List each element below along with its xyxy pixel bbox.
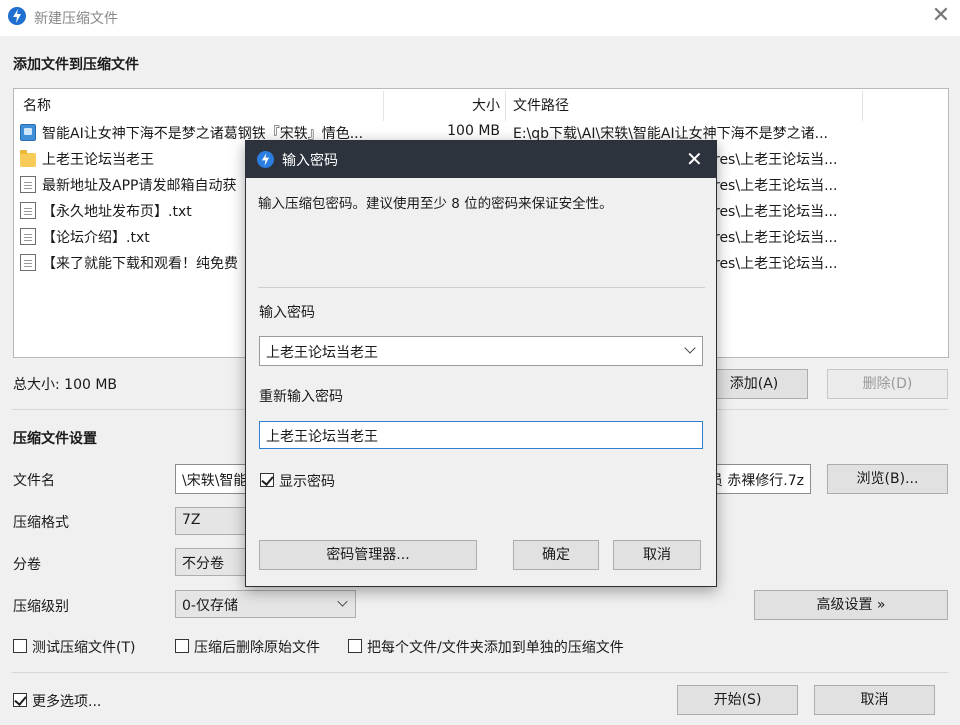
- file-path: res\上老王论坛当...: [714, 256, 838, 272]
- confirm-password-value: 上老王论坛当老王: [266, 429, 378, 445]
- text-file-icon: [20, 228, 36, 245]
- confirm-password-label: 重新输入密码: [259, 389, 343, 405]
- total-size: 总大小: 100 MB: [13, 377, 118, 393]
- password-description: 输入压缩包密码。建议使用至少 8 位的密码来保证安全性。: [258, 196, 613, 212]
- split-value: 不分卷: [182, 556, 224, 572]
- text-file-icon: [20, 254, 36, 271]
- settings-section-title: 压缩文件设置: [13, 431, 97, 447]
- delete-after-checkbox[interactable]: [175, 639, 189, 653]
- ok-button[interactable]: 确定: [513, 540, 599, 570]
- password-dialog: 输入密码 ✕ 输入压缩包密码。建议使用至少 8 位的密码来保证安全性。 输入密码…: [245, 140, 717, 587]
- chevron-down-icon[interactable]: [684, 342, 696, 354]
- password-value: 上老王论坛当老王: [266, 345, 378, 361]
- filename-label: 文件名: [13, 473, 55, 489]
- test-archive-label: 测试压缩文件(T): [32, 640, 136, 656]
- level-select[interactable]: 0-仅存储: [175, 590, 356, 618]
- filename-value-start: \宋轶\智能: [182, 473, 248, 489]
- file-path: res\上老王论坛当...: [714, 152, 838, 168]
- browse-button[interactable]: 浏览(B)...: [827, 464, 948, 494]
- show-password-label: 显示密码: [279, 474, 335, 490]
- password-dialog-titlebar: 输入密码 ✕: [246, 141, 716, 178]
- app-logo-icon: [8, 7, 26, 25]
- password-label: 输入密码: [259, 305, 315, 321]
- window-titlebar: 新建压缩文件 ✕: [0, 0, 960, 36]
- folder-icon: [20, 150, 36, 167]
- format-label: 压缩格式: [13, 515, 69, 531]
- split-label: 分卷: [13, 557, 41, 573]
- test-archive-checkbox[interactable]: [13, 639, 27, 653]
- level-value: 0-仅存储: [182, 598, 238, 614]
- file-name: 【论坛介绍】.txt: [42, 230, 150, 246]
- start-button[interactable]: 开始(S): [677, 685, 798, 715]
- confirm-password-input[interactable]: 上老王论坛当老王: [259, 421, 703, 449]
- more-options-label: 更多选项...: [32, 694, 102, 710]
- file-size: 100 MB: [447, 123, 500, 139]
- dialog-close-icon[interactable]: ✕: [686, 147, 703, 171]
- file-path: res\上老王论坛当...: [714, 204, 838, 220]
- window-title: 新建压缩文件: [34, 11, 118, 27]
- files-section-title: 添加文件到压缩文件: [13, 57, 139, 73]
- dialog-cancel-button[interactable]: 取消: [613, 540, 701, 570]
- format-value: 7Z: [182, 512, 201, 528]
- column-header-size[interactable]: 大小: [454, 95, 500, 115]
- file-name: 上老王论坛当老王: [42, 152, 154, 168]
- column-header-path[interactable]: 文件路径: [513, 95, 569, 115]
- cancel-button[interactable]: 取消: [814, 685, 935, 715]
- text-file-icon: [20, 176, 36, 193]
- advanced-settings-button[interactable]: 高级设置 »: [754, 590, 948, 620]
- delete-button[interactable]: 删除(D): [827, 369, 948, 399]
- more-options-checkbox[interactable]: [13, 693, 27, 707]
- password-dialog-title: 输入密码: [282, 153, 338, 169]
- level-label: 压缩级别: [13, 599, 69, 615]
- column-header-name[interactable]: 名称: [23, 95, 51, 115]
- file-name: 【来了就能下载和观看！纯免费: [42, 256, 238, 272]
- text-file-icon: [20, 202, 36, 219]
- password-input[interactable]: 上老王论坛当老王: [259, 336, 703, 366]
- file-path: res\上老王论坛当...: [714, 178, 838, 194]
- file-name: 最新地址及APP请发邮箱自动获: [42, 178, 237, 194]
- filename-value-end: 员 赤裸修行.7z: [708, 473, 804, 489]
- delete-after-label: 压缩后删除原始文件: [194, 640, 320, 656]
- file-path: res\上老王论坛当...: [714, 230, 838, 246]
- file-name: 【永久地址发布页】.txt: [42, 204, 192, 220]
- password-manager-button[interactable]: 密码管理器...: [259, 540, 477, 570]
- exe-file-icon: [20, 124, 36, 141]
- each-separate-checkbox[interactable]: [348, 639, 362, 653]
- each-separate-label: 把每个文件/文件夹添加到单独的压缩文件: [367, 640, 624, 656]
- app-logo-icon: [257, 151, 274, 168]
- chevron-down-icon: [337, 596, 348, 607]
- show-password-checkbox[interactable]: [260, 473, 274, 487]
- window-close-icon[interactable]: ✕: [928, 4, 954, 30]
